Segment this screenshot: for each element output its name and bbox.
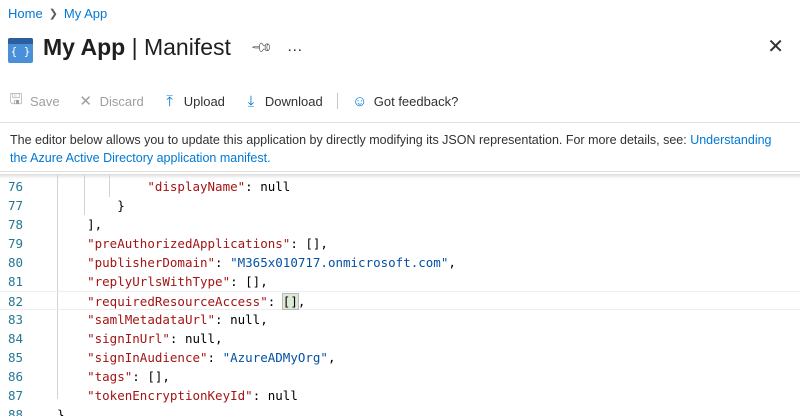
- line-number: 80: [8, 255, 24, 270]
- code-line[interactable]: 83 "samlMetadataUrl": null,: [0, 310, 800, 329]
- code-text: "tokenEncryptionKeyId": null: [87, 388, 298, 403]
- code-line[interactable]: 85 "signInAudience": "AzureADMyOrg",: [0, 348, 800, 367]
- code-text: "preAuthorizedApplications": [],: [87, 236, 328, 251]
- line-number: 82: [8, 294, 24, 309]
- line-number: 84: [8, 331, 24, 346]
- code-text: "replyUrlsWithType": [],: [87, 274, 268, 289]
- code-text: ],: [87, 217, 103, 232]
- discard-x-icon: ✕: [79, 93, 92, 110]
- save-icon: 🖫︎: [9, 90, 23, 108]
- line-number: 81: [8, 274, 24, 289]
- code-text: "tags": [],: [87, 369, 170, 384]
- breadcrumb-home[interactable]: Home: [8, 6, 43, 21]
- line-number: 76: [8, 179, 24, 194]
- code-line[interactable]: 79 "preAuthorizedApplications": [],: [0, 234, 800, 253]
- feedback-person-icon: ☺: [352, 92, 368, 110]
- bracket-match-highlight: []: [281, 293, 299, 310]
- page-title: My App | Manifest: [43, 34, 231, 61]
- pin-icon[interactable]: 📌︎: [249, 35, 274, 60]
- close-icon[interactable]: ✕: [767, 34, 784, 59]
- code-text: }: [57, 407, 65, 416]
- upload-arrow-icon: ⤒: [166, 92, 174, 110]
- command-bar: 🖫︎ Save ✕ Discard ⤒ Upload ⤓ Download ☺ …: [8, 90, 476, 112]
- line-number: 88: [8, 407, 24, 416]
- upload-button[interactable]: ⤒ Upload: [162, 93, 225, 110]
- code-line[interactable]: 76 "displayName": null: [0, 177, 800, 196]
- line-number: 79: [8, 236, 24, 251]
- line-number: 83: [8, 312, 24, 327]
- code-text: "displayName": null: [147, 179, 291, 194]
- code-line[interactable]: 82 "requiredResourceAccess": [],: [0, 291, 800, 310]
- toolbar-divider: [336, 93, 338, 109]
- code-line[interactable]: 81 "replyUrlsWithType": [],: [0, 272, 800, 291]
- download-arrow-icon: ⤓: [247, 92, 255, 110]
- line-number: 85: [8, 350, 24, 365]
- code-line[interactable]: 88}: [0, 405, 800, 416]
- code-line[interactable]: 77 }: [0, 196, 800, 215]
- code-text: }: [117, 198, 125, 213]
- code-text: "signInAudience": "AzureADMyOrg",: [87, 350, 336, 365]
- code-line[interactable]: 87 "tokenEncryptionKeyId": null: [0, 386, 800, 405]
- title-separator: |: [125, 33, 144, 60]
- code-text: "requiredResourceAccess": [],: [87, 293, 306, 310]
- save-button[interactable]: 🖫︎ Save: [8, 89, 60, 114]
- chevron-right-icon: ❯: [48, 8, 58, 20]
- discard-button[interactable]: ✕ Discard: [78, 92, 143, 110]
- json-editor[interactable]: 76 "displayName": null 77 } 78 ], 79 "preAu…: [0, 174, 800, 416]
- app-name: My App: [43, 33, 126, 60]
- code-text: "signInUrl": null,: [87, 331, 223, 346]
- breadcrumb: Home ❯ My App: [8, 6, 107, 21]
- manifest-app-icon: { }: [8, 37, 33, 63]
- manifest-info-text: The editor below allows you to update th…: [0, 122, 800, 172]
- code-line[interactable]: 84 "signInUrl": null,: [0, 329, 800, 348]
- download-button[interactable]: ⤓ Download: [243, 93, 323, 110]
- line-number: 87: [8, 388, 24, 403]
- code-text: "samlMetadataUrl": null,: [87, 312, 268, 327]
- feedback-button[interactable]: ☺ Got feedback?: [352, 92, 458, 110]
- code-line[interactable]: 80 "publisherDomain": "M365x010717.onmic…: [0, 253, 800, 272]
- page-header: { } My App | Manifest 📌︎ … ✕: [8, 30, 800, 64]
- more-options-icon[interactable]: …: [287, 38, 304, 56]
- line-number: 86: [8, 369, 24, 384]
- section-name: Manifest: [143, 33, 231, 60]
- line-number: 77: [8, 198, 24, 213]
- code-text: "publisherDomain": "M365x010717.onmicros…: [87, 255, 456, 270]
- code-line[interactable]: 78 ],: [0, 215, 800, 234]
- line-number: 78: [8, 217, 24, 232]
- breadcrumb-app[interactable]: My App: [64, 6, 107, 21]
- code-line[interactable]: 86 "tags": [],: [0, 367, 800, 386]
